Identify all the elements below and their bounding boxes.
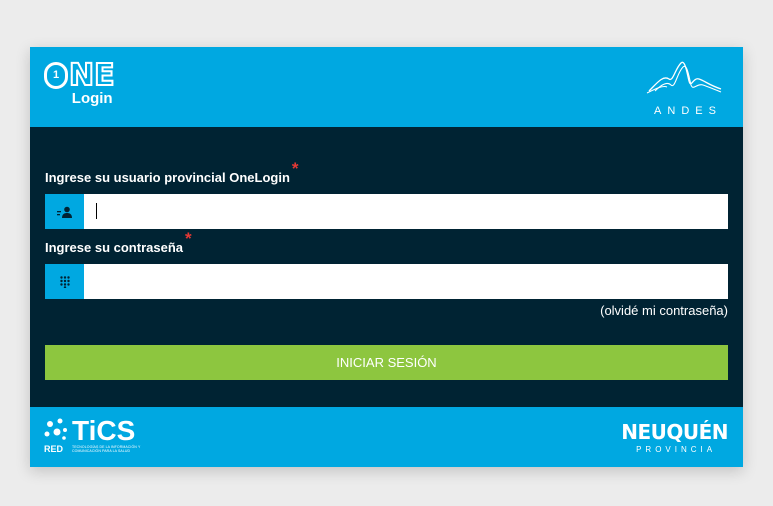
username-label-text: Ingrese su usuario provincial OneLogin — [45, 170, 290, 185]
user-icon — [45, 194, 84, 229]
one-logo-digit: 1 — [44, 62, 68, 89]
password-input[interactable] — [84, 264, 728, 299]
text-caret — [96, 203, 97, 219]
andes-logo-text: ANDES — [654, 105, 722, 117]
red-label: RED — [44, 444, 64, 454]
onelogin-logo: 1 NE Login — [44, 58, 116, 107]
login-button[interactable]: INICIAR SESIÓN — [45, 345, 728, 380]
tics-subtitle: TECNOLOGÍAS DE LA INFORMACIÓN Y COMUNICA… — [72, 445, 141, 453]
password-label-text: Ingrese su contraseña — [45, 240, 183, 255]
forgot-password-link[interactable]: (olvidé mi contraseña) — [45, 303, 728, 321]
footer: RED TiCS TECNOLOGÍAS DE LA INFORMACIÓN Y… — [30, 407, 743, 467]
andes-logo: ANDES — [645, 59, 725, 117]
username-required-mark: * — [291, 159, 299, 178]
username-field — [45, 194, 728, 229]
header: 1 NE Login ANDES — [30, 47, 743, 127]
one-logo-login: Login — [71, 90, 113, 107]
tics-label: TiCS — [72, 415, 136, 446]
password-required-mark: * — [185, 229, 192, 248]
neuquen-logo: NEUQUÉN PROVINCIA — [621, 422, 728, 454]
login-form: Ingrese su usuario provincial OneLogin *… — [30, 127, 743, 407]
red-tics-logo: RED TiCS TECNOLOGÍAS DE LA INFORMACIÓN Y… — [44, 415, 152, 455]
keypad-icon — [45, 264, 84, 299]
password-label: Ingrese su contraseña * — [45, 229, 728, 258]
username-input[interactable] — [84, 194, 728, 229]
login-card: 1 NE Login ANDES Ingrese su usuario prov… — [30, 47, 743, 467]
province-name: NEUQUÉN — [621, 420, 728, 444]
province-sub: PROVINCIA — [636, 445, 717, 454]
one-logo-text: NE — [68, 58, 116, 93]
network-icon — [44, 418, 67, 440]
username-label: Ingrese su usuario provincial OneLogin * — [45, 159, 728, 188]
password-field — [45, 264, 728, 299]
andes-mountain-icon — [646, 61, 722, 94]
